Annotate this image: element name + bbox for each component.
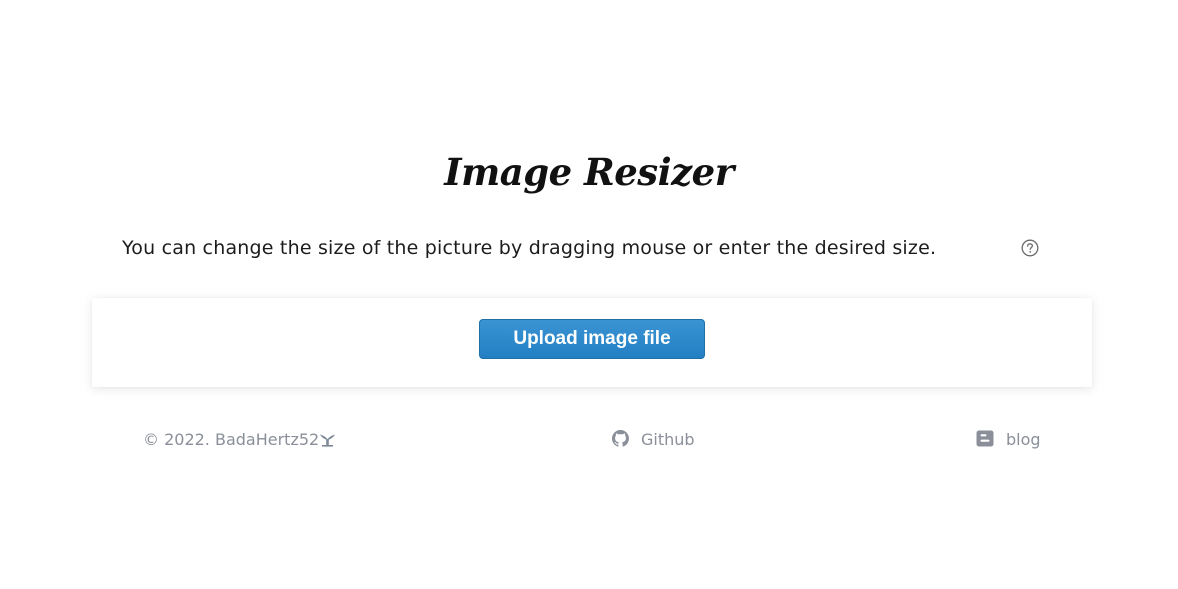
footer: © 2022. BadaHertz52 Github blog — [0, 428, 1178, 454]
instructions-text: You can change the size of the picture b… — [122, 237, 937, 259]
copyright: © 2022. BadaHertz52 — [143, 430, 336, 449]
github-icon — [612, 430, 629, 451]
help-icon[interactable] — [1021, 239, 1039, 257]
github-link[interactable]: Github — [612, 430, 695, 451]
copyright-text: © 2022. BadaHertz52 — [143, 430, 320, 449]
blogger-icon — [976, 430, 994, 451]
blog-label: blog — [1006, 430, 1041, 449]
whale-tail-icon — [319, 432, 336, 447]
page: Image Resizer You can change the size of… — [0, 0, 1178, 589]
blog-link[interactable]: blog — [976, 430, 1041, 451]
instructions-row: You can change the size of the picture b… — [122, 234, 1052, 262]
upload-image-button[interactable]: Upload image file — [479, 319, 705, 359]
upload-card: Upload image file — [92, 298, 1092, 387]
github-label: Github — [641, 430, 695, 449]
page-title: Image Resizer — [444, 150, 734, 194]
